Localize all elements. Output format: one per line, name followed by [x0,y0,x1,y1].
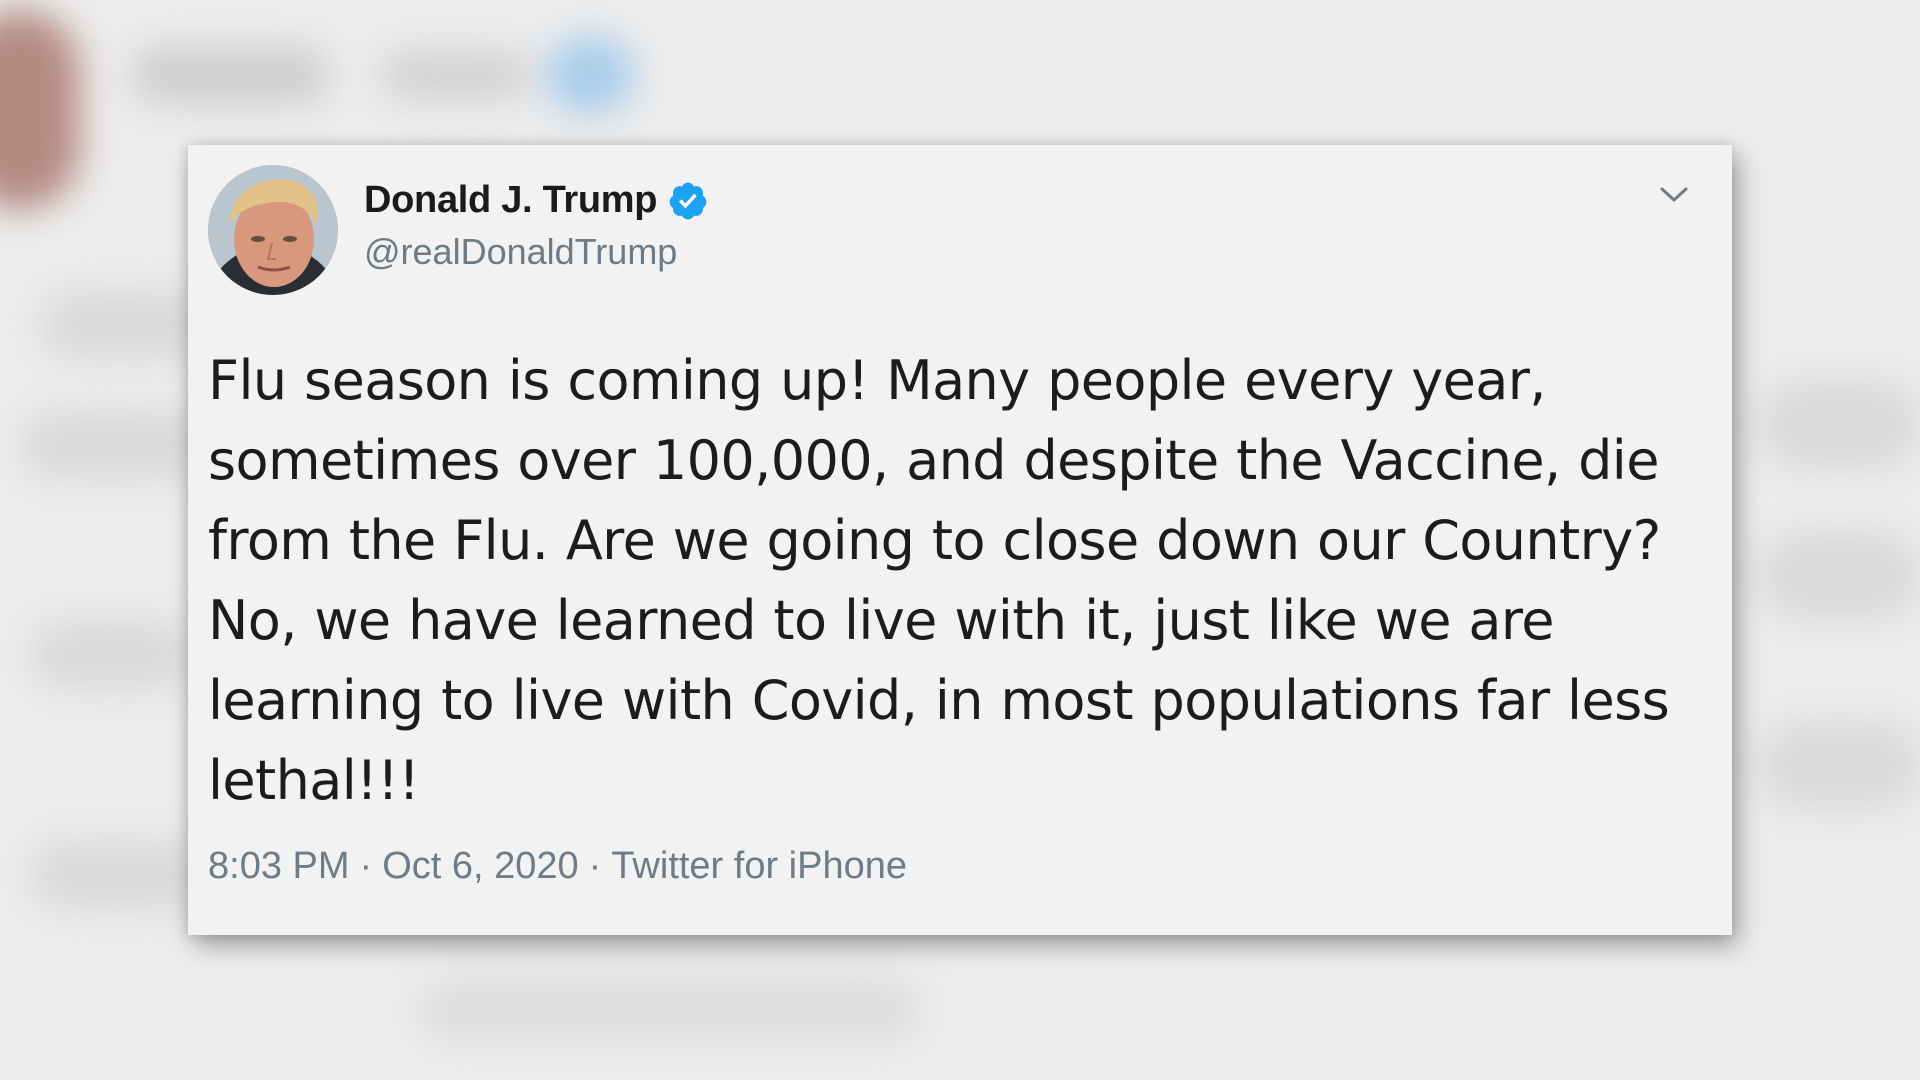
blurred-text [1760,380,1920,470]
tweet-date[interactable]: Oct 6, 2020 [382,845,578,888]
author-handle[interactable]: @realDonaldTrump [364,231,677,273]
chevron-down-icon[interactable] [1656,183,1692,207]
author-row: Donald J. Trump [364,179,709,222]
meta-separator: · [359,845,373,887]
tweet-meta: 8:03 PM · Oct 6, 2020 · Twitter for iPho… [208,845,907,888]
blurred-text [380,50,530,100]
blurred-badge [545,35,635,115]
avatar[interactable] [208,165,338,295]
blurred-text [420,980,920,1040]
verified-badge-icon [667,180,709,222]
meta-separator: · [588,845,602,887]
blurred-text [20,410,200,480]
author-name[interactable]: Donald J. Trump [364,179,658,222]
tweet-text: Flu season is coming up! Many people eve… [208,349,1670,812]
blurred-text [30,840,200,910]
video-frame: Donald J. Trump @realDonaldTrump Flu sea… [0,0,1920,1080]
blurred-text [1760,530,1920,620]
tweet-source[interactable]: Twitter for iPhone [611,845,907,888]
blurred-text [40,290,200,360]
blurred-text [130,45,330,105]
tweet-time[interactable]: 8:03 PM [208,845,350,888]
blurred-text [30,620,190,690]
blurred-text [1760,720,1920,810]
tweet-card: Donald J. Trump @realDonaldTrump Flu sea… [188,145,1732,935]
avatar-portrait [208,165,338,295]
blurred-avatar [0,10,80,210]
